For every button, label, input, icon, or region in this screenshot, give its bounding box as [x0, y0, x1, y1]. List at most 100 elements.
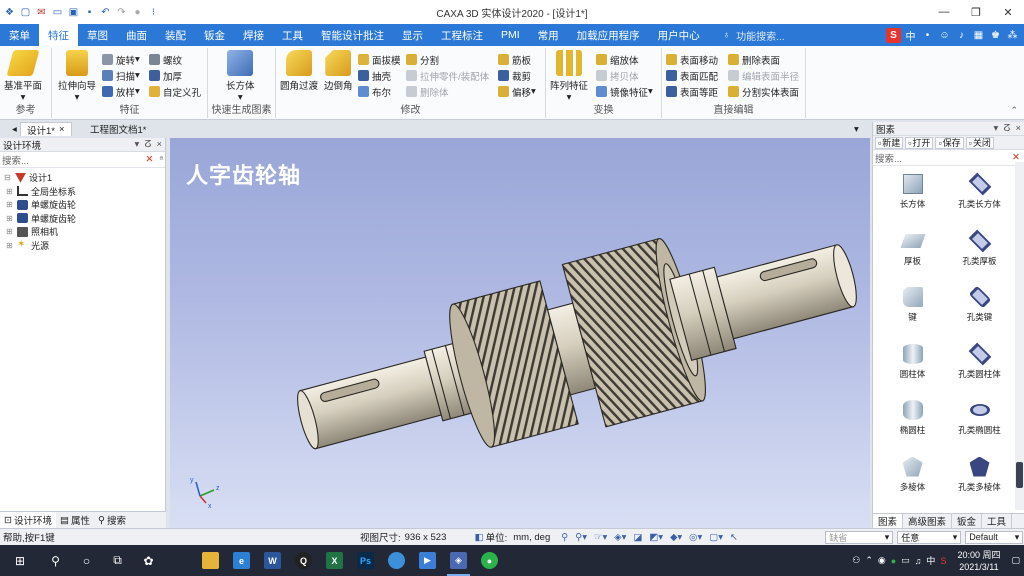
- collapse-ribbon-icon[interactable]: ⌃: [1010, 105, 1018, 116]
- excel-icon[interactable]: X: [319, 545, 350, 576]
- tab-feature[interactable]: 特征: [39, 24, 78, 46]
- catalog-item-prism[interactable]: 多棱体: [879, 453, 946, 510]
- browser-icon[interactable]: [381, 545, 412, 576]
- filter-select[interactable]: 任意 ▾: [897, 530, 962, 544]
- face-move-button[interactable]: 表面移动: [666, 52, 718, 67]
- file-explorer-icon[interactable]: [195, 545, 226, 576]
- catalog-item-hole-cuboid[interactable]: 孔类长方体: [946, 170, 1013, 227]
- rib-button[interactable]: 筋板: [498, 52, 531, 67]
- catalog-item-hole-plate[interactable]: 孔类厚板: [946, 227, 1013, 284]
- dropdown-icon[interactable]: ▾: [994, 123, 999, 134]
- undo-icon[interactable]: ↶: [99, 6, 112, 19]
- tab-drawing1[interactable]: 工程图文档1*: [84, 122, 152, 136]
- minimize-button[interactable]: —: [928, 0, 960, 24]
- app-blank-icon[interactable]: [164, 545, 195, 576]
- thread-button[interactable]: 螺纹: [149, 52, 182, 67]
- people-icon[interactable]: ⚇: [852, 555, 860, 566]
- tree-search[interactable]: 搜索... ✕ ᵃ: [0, 152, 165, 168]
- close-tab-icon[interactable]: ×: [59, 124, 65, 135]
- close-icon[interactable]: ×: [1015, 123, 1021, 134]
- extrude-part-button[interactable]: 拉伸零件/装配体: [406, 68, 489, 83]
- close-button[interactable]: ✕: [992, 0, 1024, 24]
- ime-lang[interactable]: 中: [903, 28, 918, 43]
- pin-icon[interactable]: ⵒ: [144, 139, 151, 150]
- sweep-button[interactable]: 扫描 ▾: [102, 68, 140, 83]
- cursor-icon[interactable]: ↖: [730, 532, 738, 543]
- mirror-feature-button[interactable]: 镜像特征 ▾: [596, 84, 653, 99]
- tab-search[interactable]: ⚲ 搜索: [94, 512, 130, 529]
- tab-smart-annotation[interactable]: 智能设计批注: [312, 24, 393, 46]
- light-settings-icon[interactable]: ◎▾: [689, 532, 702, 543]
- start-icon[interactable]: ⊞: [0, 545, 40, 576]
- maximize-button[interactable]: ❐: [960, 0, 992, 24]
- tab-tools[interactable]: 工具: [273, 24, 312, 46]
- tab-design1[interactable]: 设计1* ×: [20, 122, 72, 137]
- tab-menu-icon[interactable]: ▾: [848, 122, 865, 136]
- tree-node-light[interactable]: ⊞ ✶ 光源: [4, 239, 165, 253]
- show-hidden-icon[interactable]: ⌃: [865, 555, 873, 566]
- array-feature-button[interactable]: 阵列特征 ▾: [550, 50, 588, 103]
- dropdown-icon[interactable]: ▾: [135, 139, 140, 150]
- tree-node-global-cs[interactable]: ⊞ 全局坐标系: [4, 185, 165, 199]
- delete-face-button[interactable]: 删除表面: [728, 52, 780, 67]
- clock[interactable]: 20:00 周四 2021/3/11: [957, 549, 1000, 573]
- filter-icon[interactable]: ᵃ: [159, 154, 163, 165]
- face-offset-button[interactable]: 表面等距: [666, 84, 718, 99]
- catalog-item-cuboid[interactable]: 长方体: [879, 170, 946, 227]
- tree-node-design1[interactable]: ⊟ 设计1: [4, 171, 165, 185]
- tree-node-gear1[interactable]: ⊞ 单螺旋齿轮: [4, 198, 165, 212]
- new-file-icon[interactable]: ▢: [19, 6, 32, 19]
- catalog-item-key[interactable]: 键: [879, 283, 946, 340]
- snap-select[interactable]: 缺省 ▾: [825, 530, 894, 544]
- face-draft-button[interactable]: 面拔模: [358, 52, 401, 67]
- catalog-item-plate[interactable]: 厚板: [879, 227, 946, 284]
- display-tray-icon[interactable]: ▭: [901, 555, 910, 566]
- cortana-icon[interactable]: ○: [71, 545, 102, 576]
- orbit-icon[interactable]: ◈▾: [614, 532, 626, 543]
- split-button[interactable]: 分割: [406, 52, 439, 67]
- scale-body-button[interactable]: 缩放体: [596, 52, 639, 67]
- search-icon[interactable]: ⚲: [40, 545, 71, 576]
- shell-button[interactable]: 抽壳: [358, 68, 391, 83]
- pin-icon[interactable]: ⵒ: [1003, 123, 1010, 134]
- fillet-button[interactable]: 圆角过渡: [280, 50, 318, 92]
- punct-icon[interactable]: •: [920, 28, 935, 43]
- tab-display[interactable]: 显示: [393, 24, 432, 46]
- mail-icon[interactable]: ✉: [35, 6, 48, 19]
- customize-icon[interactable]: ⁝: [147, 6, 160, 19]
- tab-weld[interactable]: 焊接: [234, 24, 273, 46]
- mic-icon[interactable]: ♪: [954, 28, 969, 43]
- 3d-viewport[interactable]: 人字齿轮轴 z y x: [170, 138, 870, 528]
- tray-app-icon[interactable]: ◉: [878, 555, 886, 566]
- zoom-window-icon[interactable]: ⚲▾: [575, 532, 587, 543]
- record-icon[interactable]: ●: [131, 6, 144, 19]
- tab-engineering-dim[interactable]: 工程标注: [432, 24, 492, 46]
- chamfer-button[interactable]: 边倒角: [324, 50, 353, 92]
- tab-user-center[interactable]: 用户中心: [649, 24, 709, 46]
- view-orient-icon[interactable]: ◪: [633, 532, 642, 543]
- catalog-item-elliptic-cylinder[interactable]: 椭圆柱: [879, 396, 946, 453]
- catalog-search[interactable]: 搜索... ✕: [873, 150, 1024, 166]
- scrollbar-thumb[interactable]: [1016, 462, 1023, 488]
- keyboard-icon[interactable]: ▦: [971, 28, 986, 43]
- tree-node-camera[interactable]: ⊞ 照相机: [4, 225, 165, 239]
- copy-body-button[interactable]: 拷贝体: [596, 68, 639, 83]
- qq-icon[interactable]: Q: [288, 545, 319, 576]
- word-icon[interactable]: W: [257, 545, 288, 576]
- gear-shaft-model[interactable]: z y x: [170, 138, 870, 528]
- open-icon[interactable]: ▭: [51, 6, 64, 19]
- tab-advanced-primitives[interactable]: 高级图素: [903, 514, 953, 528]
- extrude-wizard-button[interactable]: 拉伸向导 ▾: [58, 50, 96, 103]
- revolve-button[interactable]: 旋转 ▾: [102, 52, 140, 67]
- tree-node-gear2[interactable]: ⊞ 单螺旋齿轮: [4, 212, 165, 226]
- tab-tools-catalog[interactable]: 工具: [982, 514, 1013, 528]
- input-lang[interactable]: 中: [926, 554, 935, 567]
- pan-icon[interactable]: ☞▾: [594, 532, 607, 543]
- ie-icon[interactable]: e: [226, 545, 257, 576]
- app-butterfly-icon[interactable]: ✿: [133, 545, 164, 576]
- photoshop-icon[interactable]: Ps: [350, 545, 381, 576]
- tab-sheetmetal[interactable]: 钣金: [195, 24, 234, 46]
- catalog-item-hole-key[interactable]: 孔类键: [946, 283, 1013, 340]
- sogou-logo-icon[interactable]: S: [886, 27, 901, 43]
- custom-hole-button[interactable]: 自定义孔: [149, 84, 201, 99]
